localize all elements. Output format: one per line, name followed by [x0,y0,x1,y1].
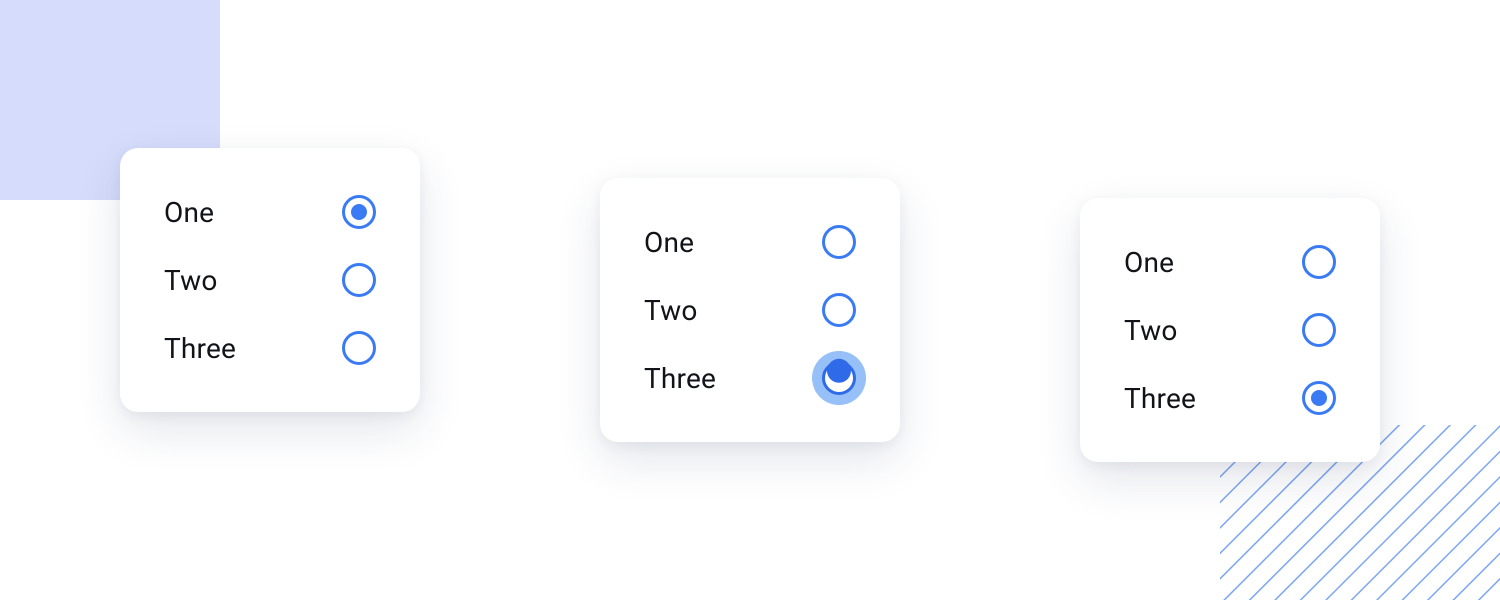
radio-option-two[interactable]: Two [164,260,376,300]
radio-indicator-icon [342,263,376,297]
radio-option-one[interactable]: One [164,192,376,232]
radio-option-two[interactable]: Two [1124,310,1336,350]
radio-label: One [1124,246,1174,279]
radio-indicator-icon [342,331,376,365]
radio-group-b: One Two Three [600,178,900,442]
radio-label: Two [644,294,698,327]
radio-indicator-icon [1302,245,1336,279]
radio-group-c: One Two Three [1080,198,1380,462]
radio-group-a: One Two Three [120,148,420,412]
radio-examples-stage: One Two Three One Two [0,0,1500,600]
radio-label: One [644,226,694,259]
radio-option-two[interactable]: Two [644,290,856,330]
radio-label: Three [164,332,236,365]
radio-option-three[interactable]: Three [1124,378,1336,418]
radio-label: Two [1124,314,1178,347]
radio-option-three[interactable]: Three [644,358,856,398]
radio-indicator-icon [342,195,376,229]
radio-option-three[interactable]: Three [164,328,376,368]
radio-indicator-icon [1302,381,1336,415]
radio-label: Three [1124,382,1196,415]
radio-option-one[interactable]: One [1124,242,1336,282]
radio-option-one[interactable]: One [644,222,856,262]
radio-indicator-icon [822,293,856,327]
radio-indicator-pressed-icon [822,361,856,395]
radio-indicator-icon [822,225,856,259]
radio-indicator-icon [1302,313,1336,347]
radio-label: Two [164,264,218,297]
radio-label: Three [644,362,716,395]
radio-label: One [164,196,214,229]
